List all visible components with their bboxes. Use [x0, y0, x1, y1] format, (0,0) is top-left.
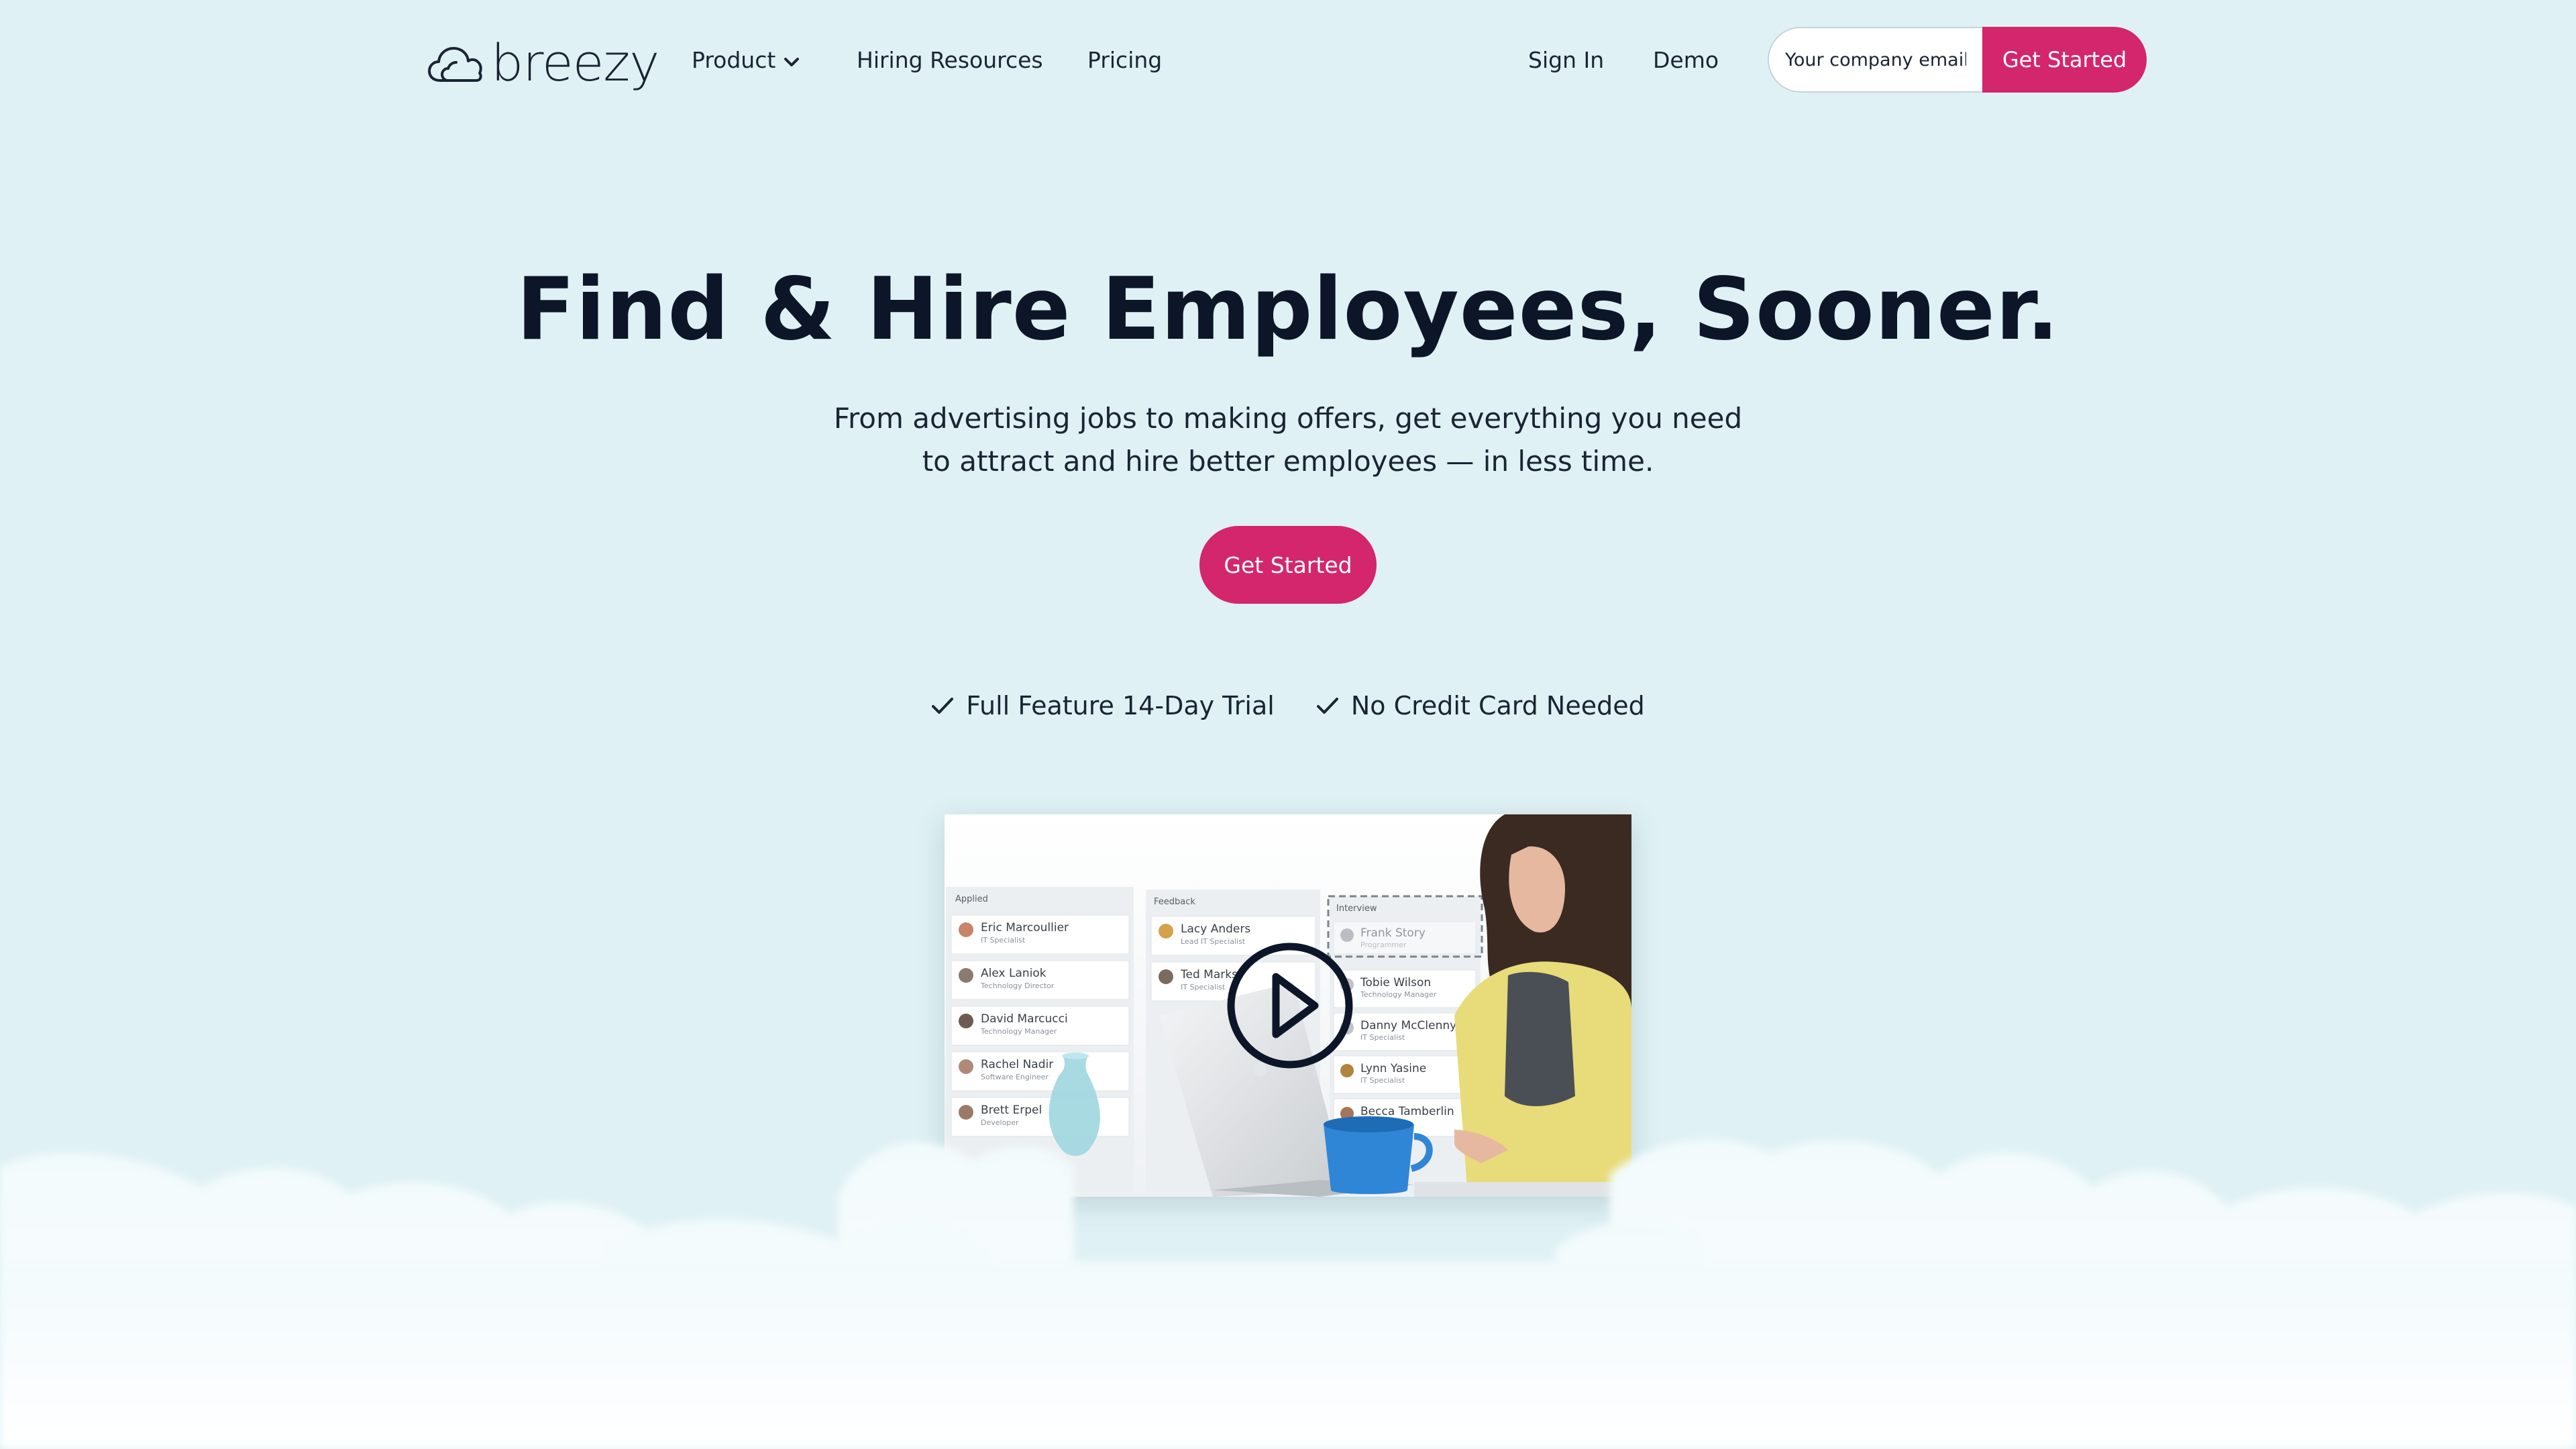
candidate-role: IT Specialist	[981, 936, 1026, 945]
perk-no-credit-card: No Credit Card Needed	[1316, 691, 1645, 720]
nav-pricing[interactable]: Pricing	[1087, 47, 1162, 73]
play-icon[interactable]	[1226, 942, 1354, 1069]
candidate-role: IT Specialist	[1360, 1033, 1405, 1042]
header-signup-form: Get Started	[1768, 27, 2147, 93]
site-header: breezy Product Hiring Resources Pricing …	[0, 0, 2576, 127]
column-title: Applied	[955, 894, 988, 904]
nav-pricing-label: Pricing	[1087, 47, 1163, 73]
candidate-role: Software Engineer	[981, 1073, 1049, 1081]
column-title: Interview	[1336, 904, 1377, 914]
perk-trial: Full Feature 14-Day Trial	[931, 691, 1275, 720]
candidate-name: Eric Marcoullier	[981, 921, 1069, 934]
perk-no-credit-card-label: No Credit Card Needed	[1350, 691, 1645, 720]
nav-product-label: Product	[692, 47, 776, 73]
nav-hiring-resources-label: Hiring Resources	[857, 47, 1043, 73]
candidate-name: Lynn Yasine	[1360, 1062, 1426, 1075]
candidate-role: Technology Director	[980, 981, 1055, 990]
candidate-role: IT Specialist	[1181, 983, 1226, 991]
hero-subtitle-line-1: From advertising jobs to making offers, …	[833, 402, 1743, 435]
candidate-name: Frank Story	[1360, 926, 1426, 940]
nav-sign-in[interactable]: Sign In	[1528, 47, 1604, 73]
candidate-role: Developer	[981, 1118, 1019, 1127]
candidate-name: Danny McClenny	[1360, 1019, 1456, 1032]
candidate-name: Alex Laniok	[981, 967, 1046, 980]
candidate-name: Tobie Wilson	[1360, 976, 1431, 989]
video-preview[interactable]: Applied Eric Marcoullier IT Specialist A…	[945, 814, 1631, 1197]
check-icon	[1316, 698, 1338, 714]
perk-trial-label: Full Feature 14-Day Trial	[966, 691, 1275, 720]
nav-demo-label: Demo	[1653, 47, 1719, 73]
cloud-icon	[428, 47, 482, 82]
hero-title: Find & Hire Employees, Sooner.	[516, 260, 2060, 360]
candidate-name: Lacy Anders	[1181, 922, 1250, 936]
nav-sign-in-label: Sign In	[1528, 47, 1605, 73]
hero-subtitle: From advertising jobs to making offers, …	[0, 397, 2576, 483]
nav-demo[interactable]: Demo	[1653, 47, 1719, 73]
candidate-role: Technology Manager	[1360, 990, 1437, 999]
kanban-column-applied: Applied Eric Marcoullier IT Specialist A…	[946, 887, 1134, 1192]
perks-list: Full Feature 14-Day Trial No Credit Card…	[0, 691, 2576, 720]
column-title: Feedback	[1154, 897, 1195, 907]
candidate-name: Brett Erpel	[981, 1104, 1042, 1117]
check-icon	[932, 698, 954, 714]
candidate-name: David Marcucci	[981, 1012, 1068, 1026]
hero-subtitle-line-2: to attract and hire better employees — i…	[922, 445, 1654, 478]
logo-wordmark: breezy	[491, 33, 659, 93]
candidate-role: Programmer	[1360, 941, 1407, 949]
candidate-role: IT Specialist	[1360, 1076, 1405, 1085]
candidate-role: Technology Manager	[980, 1027, 1057, 1036]
header-get-started-button[interactable]: Get Started	[1982, 27, 2147, 93]
candidate-name: Rachel Nadir	[981, 1058, 1053, 1071]
company-email-input[interactable]	[1768, 27, 1982, 93]
breezy-logo[interactable]: breezy	[428, 35, 659, 95]
nav-product[interactable]: Product	[692, 47, 800, 73]
hero-get-started-button[interactable]: Get Started	[1199, 526, 1377, 604]
nav-hiring-resources[interactable]: Hiring Resources	[857, 47, 1043, 73]
candidate-name: Becca Tamberlin	[1360, 1105, 1454, 1118]
chevron-down-icon	[784, 47, 800, 73]
